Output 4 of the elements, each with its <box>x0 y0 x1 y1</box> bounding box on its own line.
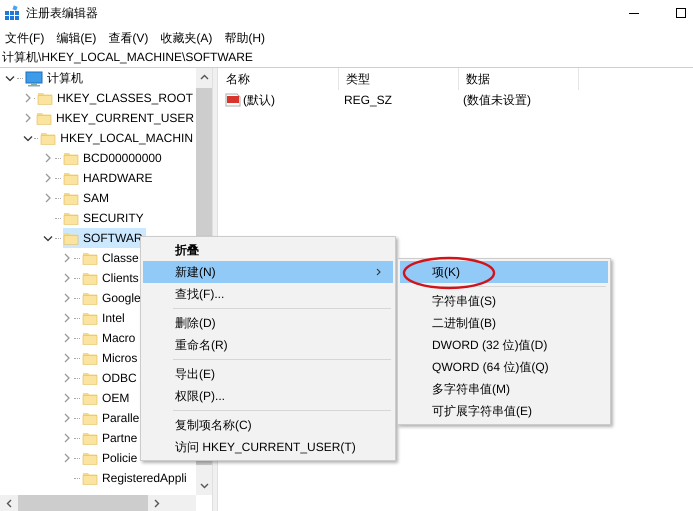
value-type: REG_SZ <box>343 93 394 107</box>
value-data: (数值未设置) <box>462 92 532 108</box>
window-title: 注册表编辑器 <box>26 4 98 22</box>
value-name: (默认) <box>243 92 275 108</box>
